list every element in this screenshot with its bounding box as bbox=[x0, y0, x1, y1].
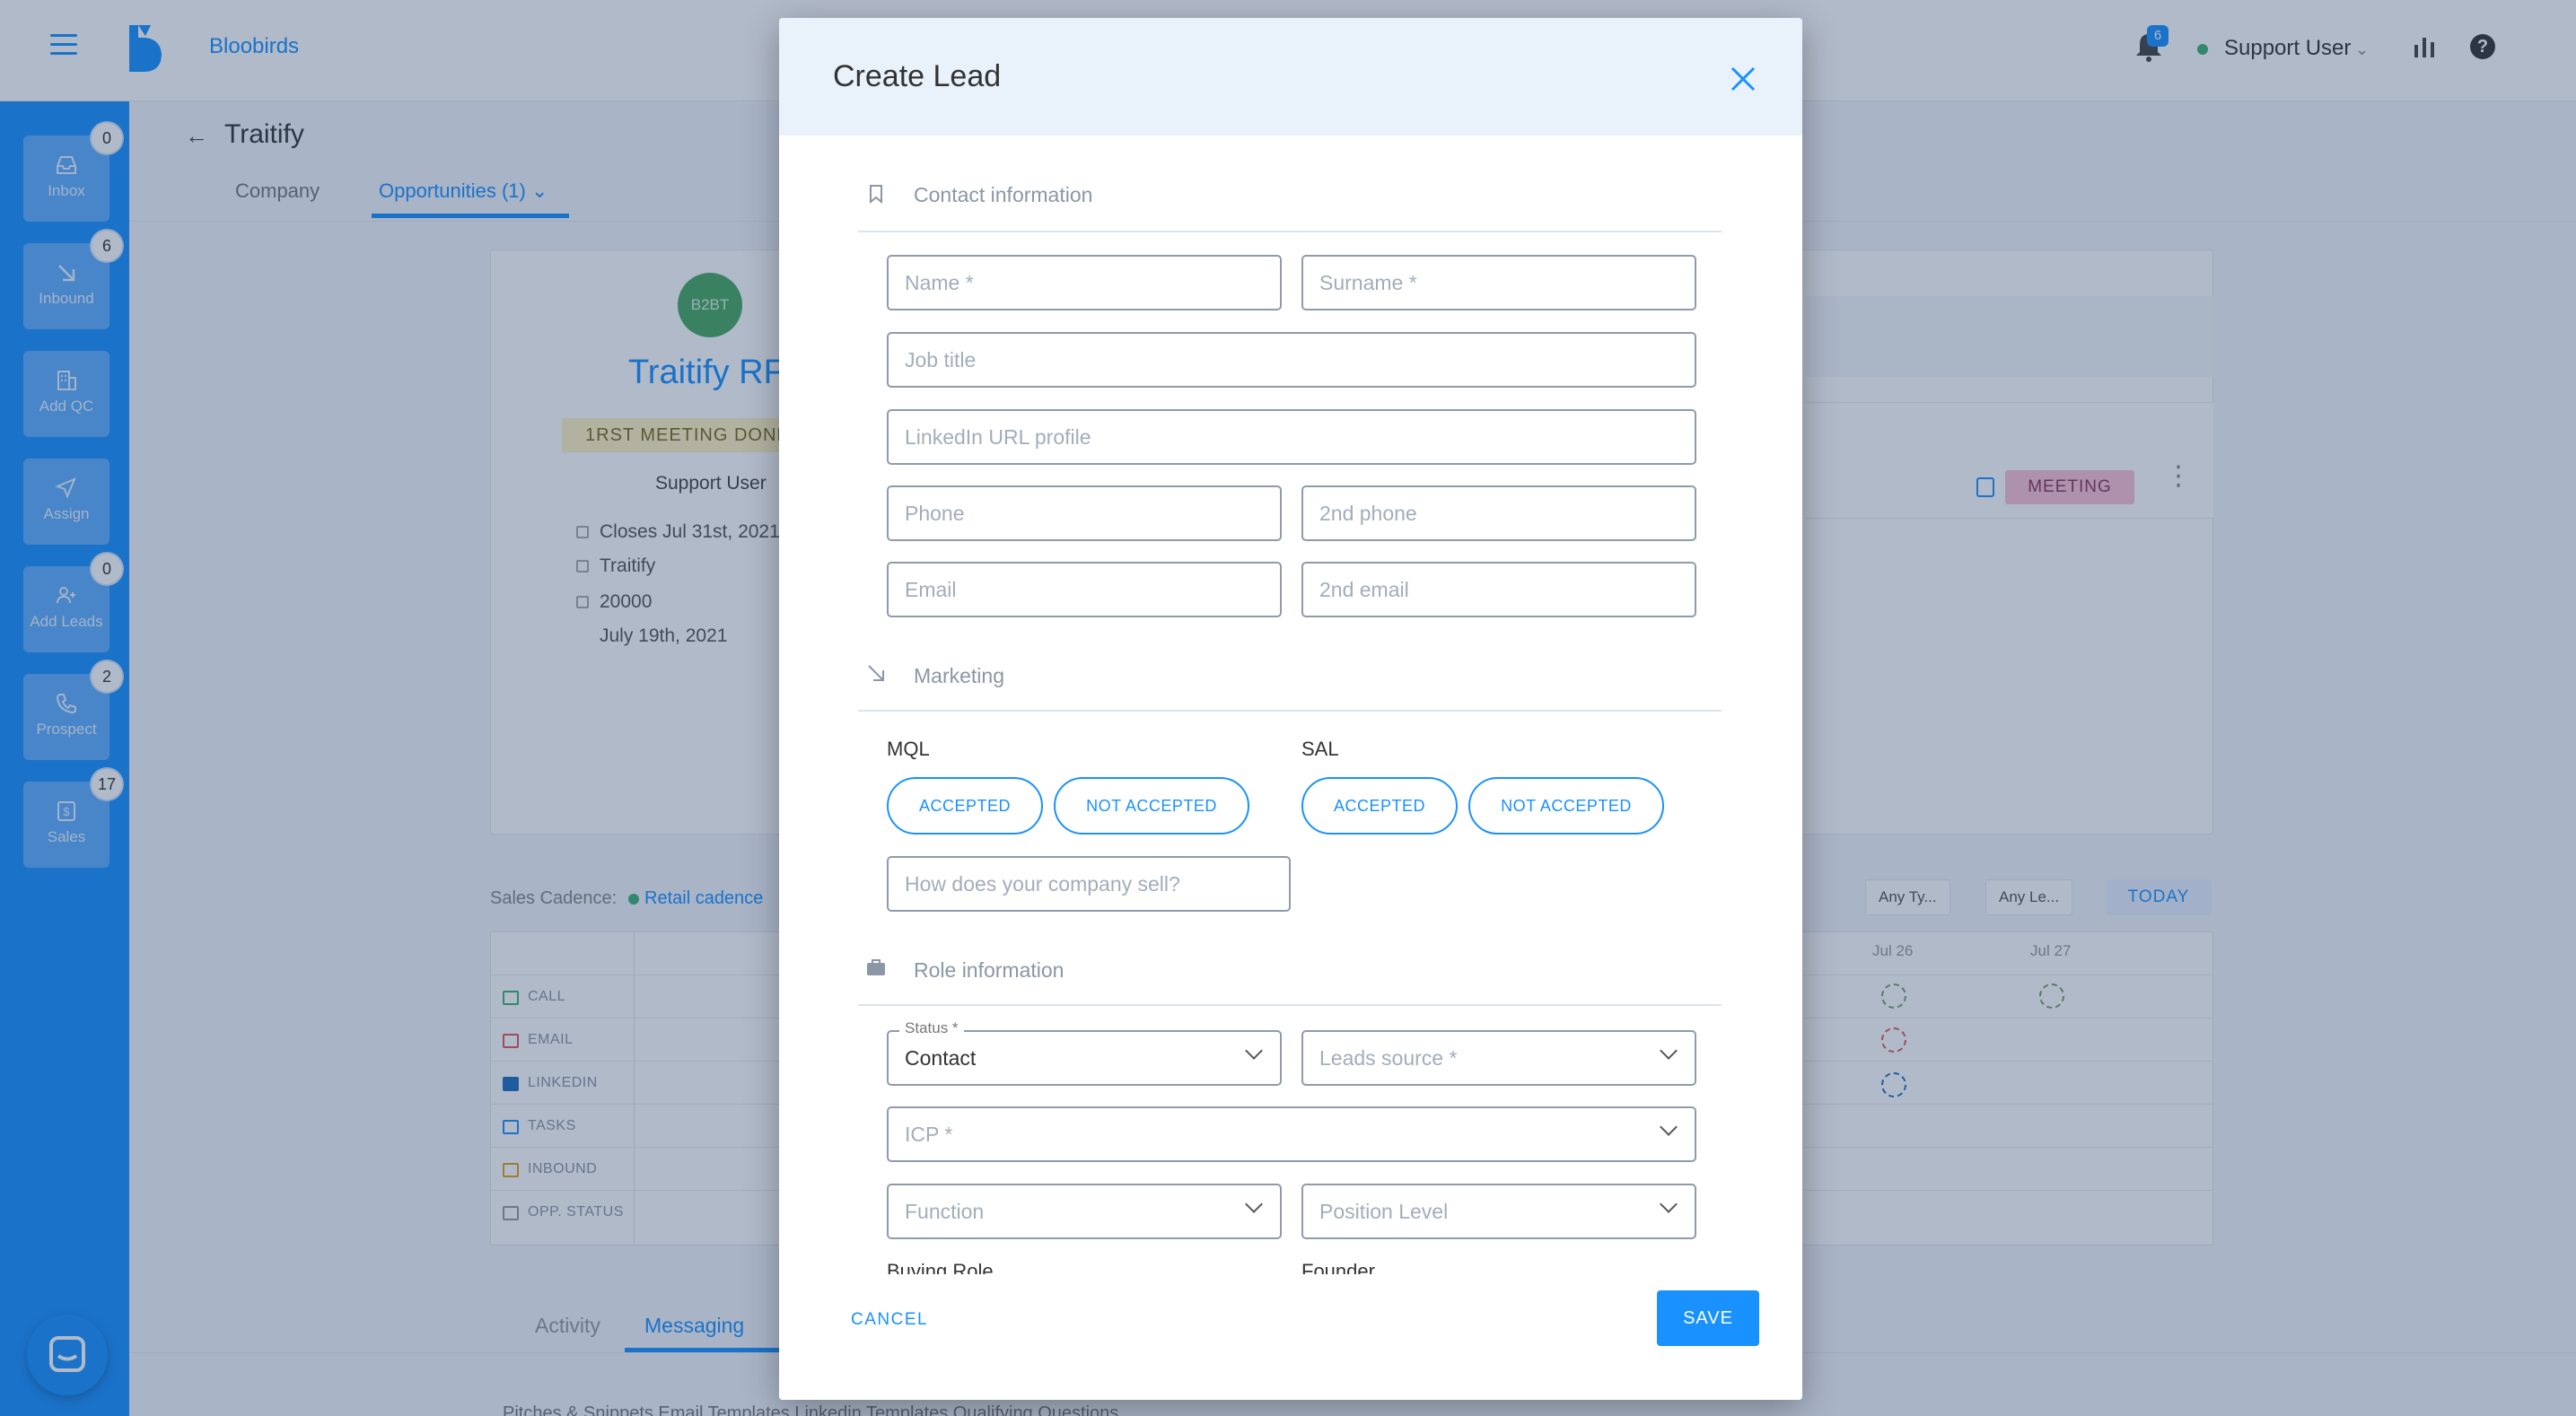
chevron-down-icon bbox=[1660, 1042, 1678, 1060]
phone-field[interactable] bbox=[887, 485, 1282, 541]
leads-source-select[interactable]: Leads source * bbox=[1301, 1030, 1696, 1086]
divider bbox=[858, 231, 1722, 232]
position-level-placeholder: Position Level bbox=[1319, 1200, 1449, 1223]
bookmark-icon bbox=[870, 185, 882, 205]
create-lead-modal: Create Lead Contact information Marketin… bbox=[779, 18, 1802, 1400]
section-title-marketing: Marketing bbox=[914, 664, 1004, 687]
function-select[interactable]: Function bbox=[887, 1184, 1282, 1239]
status-value: Contact bbox=[905, 1046, 977, 1070]
briefcase-icon bbox=[867, 959, 885, 975]
mql-label: MQL bbox=[887, 738, 930, 760]
modal-footer bbox=[779, 1274, 1802, 1400]
email-field[interactable] bbox=[887, 562, 1282, 617]
position-level-select[interactable]: Position Level bbox=[1301, 1184, 1696, 1239]
second-phone-field[interactable] bbox=[1301, 485, 1696, 541]
close-icon[interactable] bbox=[1727, 63, 1759, 95]
section-title-role-text: Role information bbox=[914, 958, 1065, 982]
sal-label: SAL bbox=[1301, 738, 1339, 760]
icp-select[interactable]: ICP * bbox=[887, 1106, 1696, 1162]
mql-accepted-button[interactable]: ACCEPTED bbox=[887, 777, 1043, 835]
surname-field[interactable] bbox=[1301, 255, 1696, 310]
chevron-down-icon bbox=[1245, 1042, 1263, 1060]
mql-not-accepted-button[interactable]: NOT ACCEPTED bbox=[1054, 777, 1249, 835]
section-title-contact: Contact information bbox=[914, 183, 1093, 206]
linkedin-url-field[interactable] bbox=[887, 409, 1696, 465]
save-button[interactable]: SAVE bbox=[1657, 1290, 1759, 1346]
status-label: Status * bbox=[899, 1019, 964, 1037]
modal-title: Create Lead bbox=[833, 59, 1002, 93]
chevron-down-icon bbox=[1660, 1195, 1678, 1213]
cancel-button[interactable]: CANCEL bbox=[851, 1310, 928, 1330]
function-placeholder: Function bbox=[905, 1200, 985, 1223]
how-company-sells-field[interactable] bbox=[887, 856, 1291, 912]
sal-not-accepted-button[interactable]: NOT ACCEPTED bbox=[1468, 777, 1664, 835]
divider bbox=[858, 1004, 1722, 1006]
status-select[interactable]: Status * Contact bbox=[887, 1019, 1282, 1086]
modal-header: Create Lead bbox=[779, 18, 1802, 135]
chevron-down-icon bbox=[1660, 1118, 1678, 1136]
sal-accepted-button[interactable]: ACCEPTED bbox=[1301, 777, 1458, 835]
icp-placeholder: ICP * bbox=[905, 1123, 953, 1146]
arrow-down-right-icon bbox=[868, 665, 884, 681]
leads-source-placeholder: Leads source * bbox=[1319, 1046, 1458, 1070]
chevron-down-icon bbox=[1245, 1195, 1263, 1213]
name-field[interactable] bbox=[887, 255, 1282, 310]
job-title-field[interactable] bbox=[887, 332, 1696, 388]
second-email-field[interactable] bbox=[1301, 562, 1696, 617]
divider bbox=[858, 710, 1722, 712]
